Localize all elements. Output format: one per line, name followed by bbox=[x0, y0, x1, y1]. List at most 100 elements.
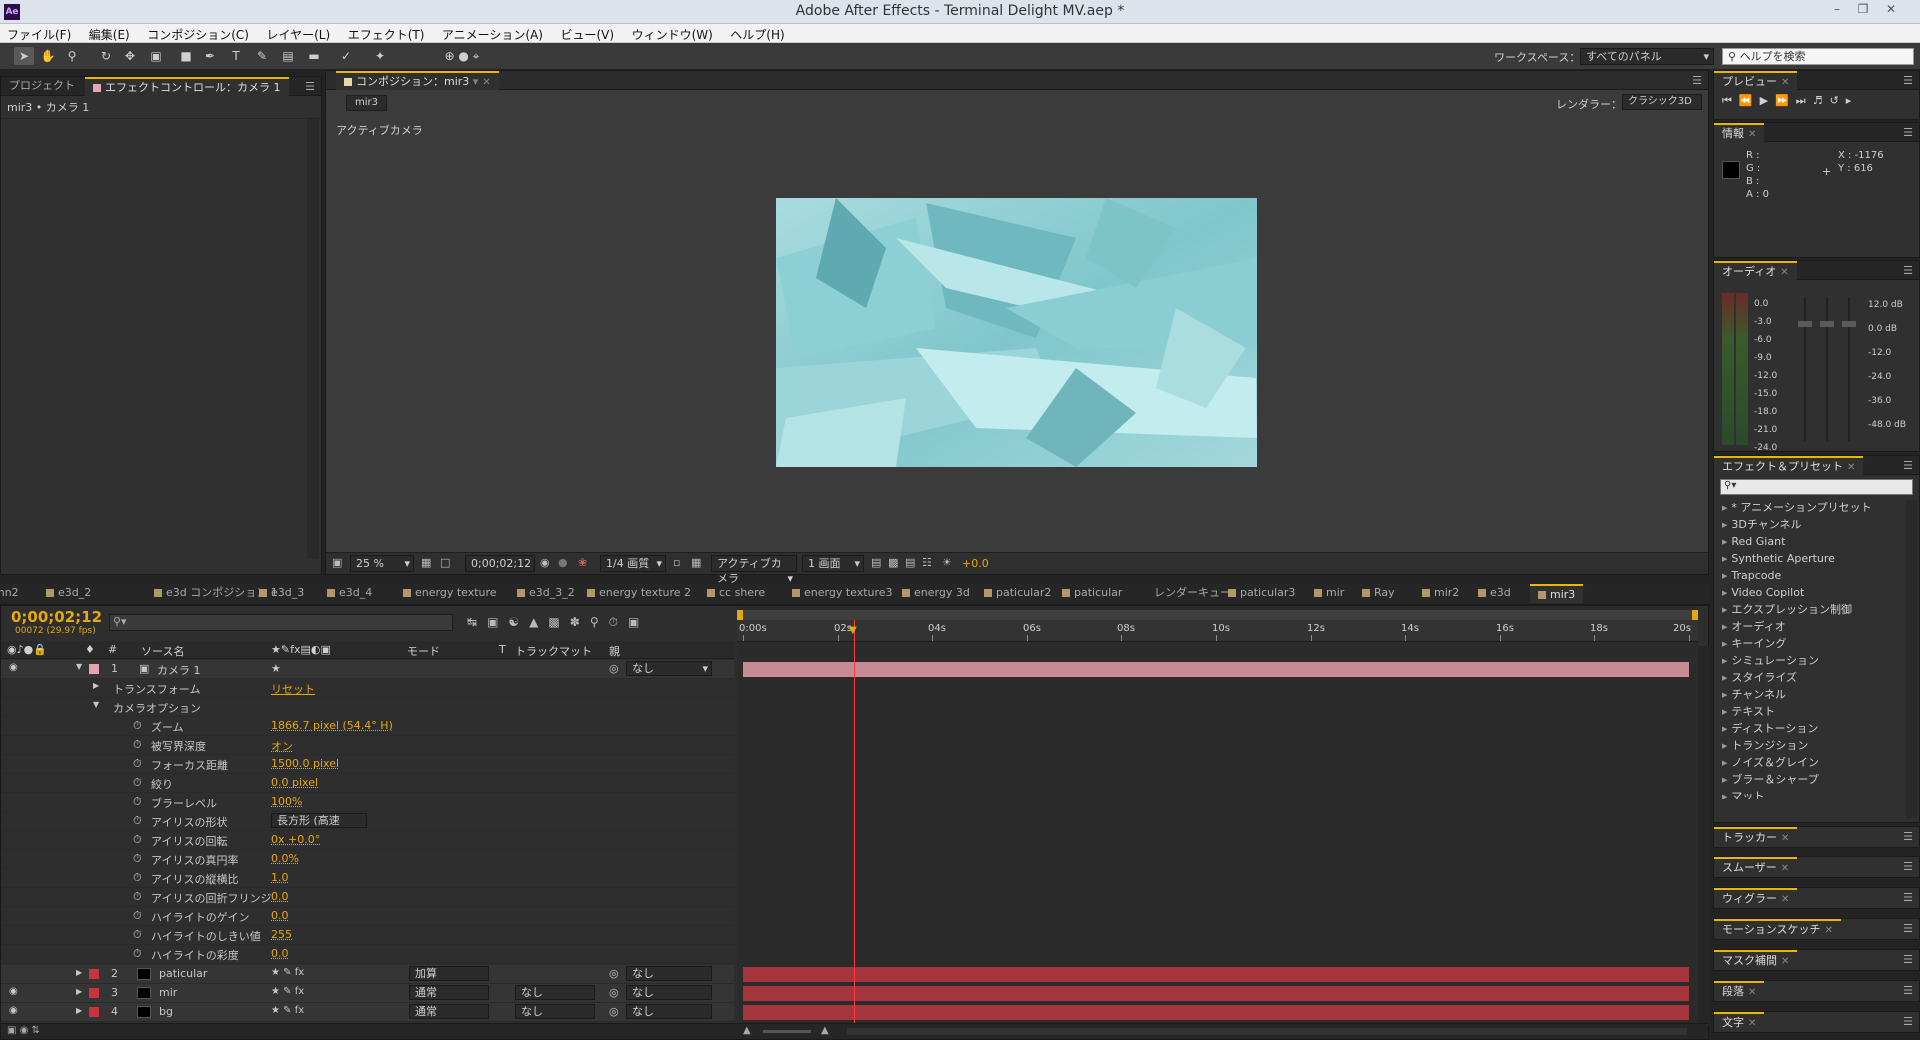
timeline-tab[interactable]: Ray bbox=[1354, 584, 1403, 603]
stopwatch-icon[interactable]: ⏱ bbox=[133, 909, 142, 923]
playhead-line[interactable] bbox=[854, 620, 855, 1036]
panel-menu-icon[interactable]: ☰ bbox=[1903, 984, 1913, 997]
track-matte-dropdown[interactable]: なし bbox=[515, 985, 595, 1000]
timeline-icon[interactable]: ▤ bbox=[905, 556, 915, 569]
audio-slider-handle[interactable] bbox=[1820, 321, 1834, 327]
close-icon[interactable]: ✕ bbox=[482, 77, 490, 88]
toggle-pixel-aspect-icon[interactable]: ▤ bbox=[871, 556, 881, 569]
timeline-tab[interactable]: paticular3 bbox=[1220, 584, 1303, 603]
timeline-tab[interactable]: energy texture bbox=[395, 584, 505, 603]
panel-menu-icon[interactable]: ☰ bbox=[1903, 891, 1913, 904]
effects-item[interactable]: Trapcode bbox=[1714, 567, 1905, 584]
exposure-icon[interactable]: ☀ bbox=[942, 556, 952, 569]
camera-options-row[interactable]: ▼ カメラオプション bbox=[1, 698, 734, 717]
current-time[interactable]: 0;00;02;12 bbox=[11, 608, 102, 626]
audio-slider-handle[interactable] bbox=[1842, 321, 1856, 327]
effects-item[interactable]: トランジション bbox=[1714, 737, 1905, 754]
iris-shape-dropdown[interactable]: 長方形 (高速 bbox=[271, 813, 367, 828]
panel-menu-icon[interactable]: ☰ bbox=[305, 80, 315, 93]
hand-tool-icon[interactable]: ✋ bbox=[38, 47, 58, 65]
resolution-dropdown[interactable]: 1/4 画質 ▾ bbox=[600, 555, 666, 572]
layer-label-swatch[interactable] bbox=[89, 664, 99, 674]
menu-view[interactable]: ビュー(V) bbox=[553, 24, 621, 43]
layer-switches-icons[interactable]: ★ ✎ fx bbox=[271, 986, 304, 997]
property-row[interactable]: ⏱ フォーカス距離 1500.0 pixel bbox=[1, 755, 734, 774]
property-value[interactable]: 0x +0.0° bbox=[271, 833, 320, 846]
exposure-value[interactable]: +0.0 bbox=[962, 557, 989, 570]
zoom-tool-icon[interactable]: ⚲ bbox=[62, 47, 82, 65]
property-value[interactable]: 0.0% bbox=[271, 852, 299, 865]
pen-tool-icon[interactable]: ✒ bbox=[200, 47, 220, 65]
close-icon[interactable]: ✕ bbox=[1781, 833, 1789, 844]
audio-slider-handle[interactable] bbox=[1798, 321, 1812, 327]
close-icon[interactable]: ✕ bbox=[1748, 987, 1756, 998]
footer-toggle-icons[interactable]: ▣ ◉ ⇅ bbox=[7, 1025, 40, 1036]
effects-item[interactable]: オーディオ bbox=[1714, 618, 1905, 635]
menu-composition[interactable]: コンポジション(C) bbox=[140, 24, 256, 43]
transparency-grid-icon[interactable]: ▦ bbox=[691, 556, 701, 569]
scrollbar[interactable] bbox=[1698, 646, 1710, 1026]
property-row[interactable]: ⏱ アイリスの縦横比 1.0 bbox=[1, 869, 734, 888]
brainstorm-icon[interactable]: ✽ bbox=[570, 615, 590, 629]
tab-character[interactable]: 文字 ✕ bbox=[1714, 1012, 1765, 1031]
property-row[interactable]: ⏱ ブラーレベル 100% bbox=[1, 793, 734, 812]
panel-menu-icon[interactable]: ☰ bbox=[1903, 74, 1913, 87]
timeline-tab[interactable]: energy texture3 bbox=[784, 584, 901, 603]
property-value[interactable]: 1.0 bbox=[271, 871, 289, 884]
timeline-tab[interactable]: paticular2 bbox=[976, 584, 1059, 603]
timeline-tab[interactable]: e3d_2 bbox=[38, 584, 99, 603]
tab-audio[interactable]: オーディオ ✕ bbox=[1714, 261, 1797, 280]
layer-bar[interactable] bbox=[743, 1005, 1689, 1020]
parent-dropdown[interactable]: なし bbox=[626, 966, 712, 981]
eye-icon[interactable]: ◉ bbox=[9, 662, 18, 673]
roto-brush-tool-icon[interactable]: ✓ bbox=[336, 47, 356, 65]
timeline-tab[interactable]: mir bbox=[1306, 584, 1352, 603]
view-dropdown[interactable]: アクティブカメラ ▾ bbox=[711, 555, 797, 585]
stopwatch-icon[interactable]: ⏱ bbox=[133, 776, 142, 790]
column-source-name[interactable]: ソース名 bbox=[141, 643, 184, 659]
layer-name[interactable]: カメラ 1 bbox=[157, 662, 201, 678]
property-value[interactable]: 1866.7 pixel (54.4° H) bbox=[271, 719, 393, 732]
flowchart-icon[interactable]: ☷ bbox=[922, 556, 932, 569]
layer-label-swatch[interactable] bbox=[89, 988, 99, 998]
property-row[interactable]: ⏱ ハイライトのゲイン 0.0 bbox=[1, 907, 734, 926]
clone-stamp-tool-icon[interactable]: ▤ bbox=[278, 47, 298, 65]
pan-behind-tool-icon[interactable]: ▣ bbox=[146, 47, 166, 65]
panel-menu-icon[interactable]: ☰ bbox=[1903, 264, 1913, 277]
layer-switches-icons[interactable]: ★ ✎ fx bbox=[271, 1005, 304, 1016]
zoom-dropdown[interactable]: 25 % ▾ bbox=[350, 555, 414, 572]
stopwatch-icon[interactable]: ⏱ bbox=[133, 871, 142, 885]
previous-frame-icon[interactable]: ⏪ bbox=[1739, 94, 1760, 107]
tab-mask-interpolation[interactable]: マスク補間 ✕ bbox=[1714, 950, 1798, 969]
mode-dropdown[interactable]: 加算 bbox=[409, 966, 489, 981]
channel-icon[interactable]: ❀ bbox=[578, 556, 587, 569]
property-value[interactable]: 255 bbox=[271, 928, 292, 941]
expand-arrow-icon[interactable]: ▶ bbox=[93, 681, 99, 690]
timeline-tab[interactable]: e3d bbox=[1470, 584, 1519, 603]
timeline-tab[interactable]: mir3 bbox=[1530, 584, 1584, 603]
property-value[interactable]: 0.0 bbox=[271, 909, 289, 922]
effects-item[interactable]: キーイング bbox=[1714, 635, 1905, 652]
comp-subtab[interactable]: mir3 bbox=[346, 95, 387, 111]
last-frame-icon[interactable]: ⏭ bbox=[1796, 94, 1813, 107]
effects-item[interactable]: 3Dチャンネル bbox=[1714, 516, 1905, 533]
always-preview-icon[interactable]: ▣ bbox=[332, 556, 342, 569]
tab-composition[interactable]: コンポジション：mir3 ▾ ✕ bbox=[336, 71, 499, 90]
show-snapshot-icon[interactable]: ● bbox=[558, 556, 568, 569]
views-layout-dropdown[interactable]: 1 画面 ▾ bbox=[802, 555, 864, 572]
property-value[interactable]: オン bbox=[271, 738, 293, 754]
current-time-field[interactable]: 0;00;02;12 bbox=[465, 555, 535, 572]
menu-layer[interactable]: レイヤー(L) bbox=[259, 24, 337, 43]
effects-item[interactable]: エクスプレッション制御 bbox=[1714, 601, 1905, 618]
parent-dropdown[interactable]: なし ▾ bbox=[626, 661, 712, 676]
zoom-in-icon[interactable]: ▲ bbox=[821, 1025, 829, 1036]
shy-icon[interactable]: ☯ bbox=[508, 615, 529, 629]
motion-blur-icon[interactable]: ▩ bbox=[548, 615, 569, 629]
eraser-tool-icon[interactable]: ▬ bbox=[304, 47, 324, 65]
property-row[interactable]: ⏱ アイリスの回折フリンジ 0.0 bbox=[1, 888, 734, 907]
mask-visibility-icon[interactable]: □ bbox=[440, 556, 450, 569]
work-area-start[interactable] bbox=[737, 610, 743, 620]
effects-item[interactable]: テキスト bbox=[1714, 703, 1905, 720]
graph-editor-icon[interactable]: ⚲ bbox=[590, 615, 609, 629]
stopwatch-icon[interactable]: ⏱ bbox=[133, 719, 142, 733]
